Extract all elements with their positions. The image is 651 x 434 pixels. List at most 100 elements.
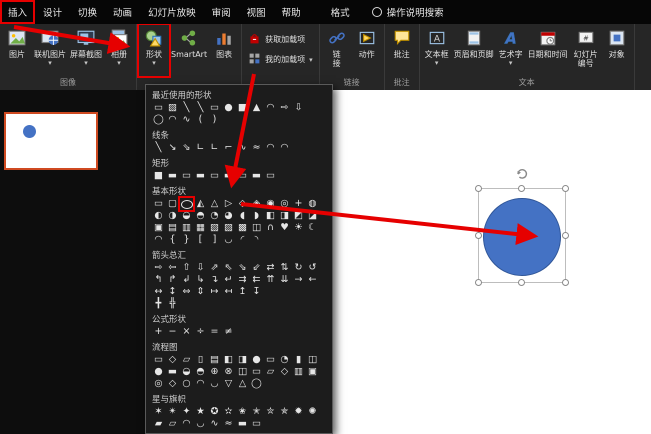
- shape-glyph[interactable]: ✭: [250, 406, 263, 418]
- shape-glyph[interactable]: ✺: [306, 406, 319, 418]
- shape-glyph[interactable]: ⊗: [222, 366, 235, 378]
- shape-glyph[interactable]: ✶: [152, 406, 165, 418]
- shape-glyph[interactable]: ⇩: [292, 102, 305, 114]
- shape-glyph[interactable]: ]: [208, 234, 221, 246]
- shape-glyph[interactable]: [: [194, 234, 207, 246]
- shape-glyph[interactable]: ↦: [208, 286, 221, 298]
- resize-handle-bottom-right[interactable]: [562, 279, 569, 286]
- menu-tab-格式[interactable]: 格式: [323, 0, 358, 24]
- menu-tab-动画[interactable]: 动画: [105, 0, 140, 24]
- ribbon-button-chart[interactable]: 图表: [209, 25, 239, 76]
- ribbon-button-slide-number[interactable]: # 幻灯片编号: [570, 25, 602, 76]
- shape-glyph[interactable]: ↳: [194, 274, 207, 286]
- shape-glyph[interactable]: ⇦: [166, 262, 179, 274]
- ribbon-button-header-footer[interactable]: 页眉和页脚: [452, 25, 496, 76]
- slide-thumbnail[interactable]: [4, 112, 98, 170]
- shape-glyph[interactable]: ▣: [152, 222, 165, 234]
- shape-glyph[interactable]: }: [180, 234, 193, 246]
- shape-glyph[interactable]: ↰: [152, 274, 165, 286]
- shape-glyph[interactable]: ▭: [208, 170, 221, 182]
- shape-glyph[interactable]: ◎: [152, 378, 165, 390]
- shape-glyph[interactable]: ▬: [236, 418, 249, 430]
- shape-glyph[interactable]: ▦: [194, 222, 207, 234]
- shape-glyph[interactable]: ■: [152, 170, 165, 182]
- resize-handle-top-middle[interactable]: [518, 185, 525, 192]
- shape-glyph[interactable]: ▧: [208, 222, 221, 234]
- shape-glyph[interactable]: ◠: [166, 114, 179, 126]
- shape-glyph[interactable]: ▨: [166, 102, 179, 114]
- shape-glyph[interactable]: ∿: [180, 114, 193, 126]
- shape-glyph[interactable]: ▭: [264, 170, 277, 182]
- shape-glyph[interactable]: ⇩: [194, 262, 207, 274]
- shape-glyph[interactable]: ★: [194, 406, 207, 418]
- shape-glyph[interactable]: ▭: [180, 170, 193, 182]
- shape-glyph[interactable]: ▤: [166, 222, 179, 234]
- shape-glyph[interactable]: ◇: [166, 354, 179, 366]
- shape-glyph[interactable]: ▭: [208, 102, 221, 114]
- shape-glyph[interactable]: ▭: [236, 170, 249, 182]
- ribbon-button-online-pictures[interactable]: 联机图片 ▾: [32, 25, 68, 76]
- menu-tab-幻灯片放映[interactable]: 幻灯片放映: [140, 0, 204, 24]
- ribbon-button-photo-album[interactable]: 相册 ▾: [104, 25, 134, 76]
- shape-glyph[interactable]: ▱: [264, 366, 277, 378]
- shape-glyph[interactable]: ☀: [292, 222, 305, 234]
- shape-glyph[interactable]: ◇: [236, 198, 249, 210]
- ribbon-button-smartart[interactable]: SmartArt: [169, 25, 209, 76]
- shape-glyph[interactable]: ): [208, 114, 221, 126]
- shape-glyph[interactable]: ▭: [152, 354, 165, 366]
- shape-glyph[interactable]: ⇨: [278, 102, 291, 114]
- shape-glyph[interactable]: ↺: [306, 262, 319, 274]
- shape-glyph[interactable]: ╋: [152, 298, 165, 310]
- shape-glyph[interactable]: ◜: [236, 234, 249, 246]
- oval-shape[interactable]: [483, 198, 561, 276]
- shape-glyph[interactable]: ◇: [166, 378, 179, 390]
- shape-glyph[interactable]: ▭: [152, 198, 165, 210]
- resize-handle-middle-right[interactable]: [562, 231, 569, 239]
- oval-shape-glyph[interactable]: [180, 198, 193, 210]
- shape-glyph[interactable]: ▱: [166, 418, 179, 430]
- shape-glyph[interactable]: ◒: [180, 210, 193, 222]
- shape-glyph[interactable]: ✬: [236, 406, 249, 418]
- shape-glyph[interactable]: ◠: [180, 418, 193, 430]
- shape-glyph[interactable]: =: [208, 326, 221, 338]
- shape-glyph[interactable]: ◍: [306, 198, 319, 210]
- shape-glyph[interactable]: ◡: [208, 378, 221, 390]
- shape-glyph[interactable]: ◠: [152, 234, 165, 246]
- menu-tab-切换[interactable]: 切换: [70, 0, 105, 24]
- shape-glyph[interactable]: ×: [180, 326, 193, 338]
- shape-glyph[interactable]: ◎: [278, 198, 291, 210]
- shape-glyph[interactable]: ◠: [264, 102, 277, 114]
- ribbon-button-screenshot[interactable]: 屏幕截图 ▾: [68, 25, 104, 76]
- shape-glyph[interactable]: ∩: [264, 222, 277, 234]
- shape-glyph[interactable]: ⇨: [152, 262, 165, 274]
- shape-glyph[interactable]: ○: [180, 378, 193, 390]
- shape-glyph[interactable]: ◠: [194, 378, 207, 390]
- resize-handle-bottom-middle[interactable]: [518, 279, 525, 286]
- shape-glyph[interactable]: ←: [306, 274, 319, 286]
- shape-glyph[interactable]: ◓: [194, 210, 207, 222]
- shape-glyph[interactable]: ↻: [292, 262, 305, 274]
- shape-glyph[interactable]: ↤: [222, 286, 235, 298]
- shape-glyph[interactable]: ◪: [306, 210, 319, 222]
- shape-glyph[interactable]: ◧: [222, 354, 235, 366]
- shape-glyph[interactable]: ◨: [278, 210, 291, 222]
- shape-glyph[interactable]: ▢: [166, 198, 179, 210]
- shape-glyph[interactable]: ∿: [208, 418, 221, 430]
- shape-glyph[interactable]: ▬: [222, 170, 235, 182]
- shape-glyph[interactable]: ⇘: [180, 142, 193, 154]
- shape-glyph[interactable]: ◔: [278, 354, 291, 366]
- shape-glyph[interactable]: ☾: [306, 222, 319, 234]
- shape-glyph[interactable]: ↔: [152, 286, 165, 298]
- menu-tab-帮助[interactable]: 帮助: [274, 0, 309, 24]
- shape-glyph[interactable]: ≈: [222, 418, 235, 430]
- shape-glyph[interactable]: ▥: [292, 366, 305, 378]
- shape-glyph[interactable]: ↱: [166, 274, 179, 286]
- shape-glyph[interactable]: ▬: [194, 170, 207, 182]
- shape-glyph[interactable]: ↘: [166, 142, 179, 154]
- shape-glyph[interactable]: ◝: [250, 234, 263, 246]
- shape-glyph[interactable]: ⇔: [180, 286, 193, 298]
- shape-glyph[interactable]: ◡: [194, 418, 207, 430]
- shape-glyph[interactable]: ╲: [152, 142, 165, 154]
- shape-glyph[interactable]: →: [292, 274, 305, 286]
- shape-glyph[interactable]: ÷: [194, 326, 207, 338]
